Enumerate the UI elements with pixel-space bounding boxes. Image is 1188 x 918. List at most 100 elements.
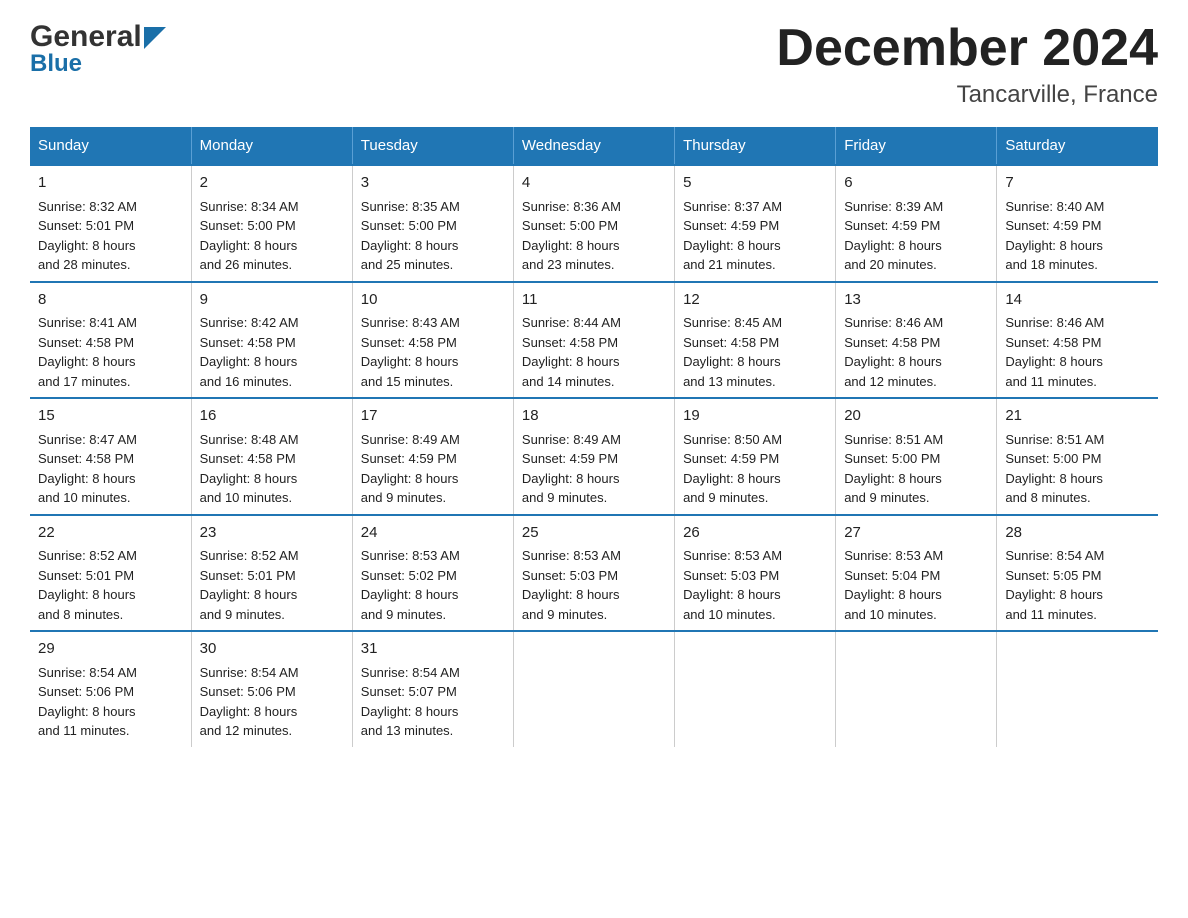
sunrise-text: Sunrise: 8:49 AM [361,432,460,447]
sunrise-text: Sunrise: 8:46 AM [844,315,943,330]
sunset-text: Sunset: 5:06 PM [38,684,134,699]
calendar-cell: 22Sunrise: 8:52 AMSunset: 5:01 PMDayligh… [30,515,191,632]
day-number: 16 [200,405,344,428]
daylight-text: Daylight: 8 hours [1005,238,1103,253]
logo-arrow-icon [144,27,166,49]
calendar-cell: 2Sunrise: 8:34 AMSunset: 5:00 PMDaylight… [191,165,352,282]
calendar-header-friday: Friday [836,127,997,165]
sunset-text: Sunset: 4:58 PM [844,335,940,350]
sunset-text: Sunset: 5:00 PM [200,218,296,233]
calendar-cell: 18Sunrise: 8:49 AMSunset: 4:59 PMDayligh… [513,398,674,515]
calendar-cell: 25Sunrise: 8:53 AMSunset: 5:03 PMDayligh… [513,515,674,632]
daylight-text: Daylight: 8 hours [361,471,459,486]
day-number: 1 [38,172,183,195]
daylight-text: Daylight: 8 hours [683,587,781,602]
daylight-text: Daylight: 8 hours [38,471,136,486]
daylight-text: Daylight: 8 hours [361,238,459,253]
sunrise-text: Sunrise: 8:43 AM [361,315,460,330]
logo: General Blue [30,20,166,76]
calendar-header-sunday: Sunday [30,127,191,165]
calendar-cell: 31Sunrise: 8:54 AMSunset: 5:07 PMDayligh… [352,631,513,747]
daylight-text: Daylight: 8 hours [200,704,298,719]
daylight-text: Daylight: 8 hours [683,238,781,253]
calendar-header-tuesday: Tuesday [352,127,513,165]
daylight-text2: and 11 minutes. [38,723,130,738]
daylight-text2: and 9 minutes. [683,490,768,505]
sunset-text: Sunset: 4:59 PM [683,451,779,466]
daylight-text2: and 12 minutes. [200,723,293,738]
daylight-text: Daylight: 8 hours [844,238,942,253]
sunrise-text: Sunrise: 8:54 AM [38,665,137,680]
sunrise-text: Sunrise: 8:54 AM [1005,548,1104,563]
day-number: 28 [1005,522,1150,545]
sunrise-text: Sunrise: 8:52 AM [38,548,137,563]
calendar-header-saturday: Saturday [997,127,1158,165]
calendar-week-row: 29Sunrise: 8:54 AMSunset: 5:06 PMDayligh… [30,631,1158,747]
sunrise-text: Sunrise: 8:47 AM [38,432,137,447]
calendar-cell [513,631,674,747]
sunrise-text: Sunrise: 8:48 AM [200,432,299,447]
calendar-cell: 24Sunrise: 8:53 AMSunset: 5:02 PMDayligh… [352,515,513,632]
daylight-text2: and 14 minutes. [522,374,615,389]
sunset-text: Sunset: 4:58 PM [361,335,457,350]
calendar-week-row: 22 Sunrise: 8:52 AM Sunset: 5:01 PM Dayligh… [30,515,1158,632]
page-subtitle: Tancarville, France [776,81,1158,109]
daylight-text2: and 9 minutes. [522,607,607,622]
calendar-cell: 27Sunrise: 8:53 AMSunset: 5:04 PMDayligh… [836,515,997,632]
sunrise-text: Sunrise: 8:34 AM [200,199,299,214]
sunrise-text: Sunrise: 8:36 AM [522,199,621,214]
daylight-text2: and 9 minutes. [844,490,929,505]
day-number: 19 [683,405,827,428]
logo-general-text: General [30,20,142,54]
calendar-header-row: SundayMondayTuesdayWednesdayThursdayFrid… [30,127,1158,165]
daylight-text2: and 15 minutes. [361,374,454,389]
daylight-text: Daylight: 8 hours [1005,354,1103,369]
day-number: 7 [1005,172,1150,195]
daylight-text: Daylight: 8 hours [522,471,620,486]
sunset-text: Sunset: 5:01 PM [200,568,296,583]
daylight-text: Daylight: 8 hours [361,587,459,602]
day-number: 8 [38,289,183,312]
calendar-cell: 6Sunrise: 8:39 AMSunset: 4:59 PMDaylight… [836,165,997,282]
calendar-week-row: 8 Sunrise: 8:41 AM Sunset: 4:58 PM Daylight… [30,282,1158,399]
daylight-text2: and 18 minutes. [1005,257,1098,272]
daylight-text2: and 21 minutes. [683,257,776,272]
page-header: General Blue December 2024 Tancarville, … [30,20,1158,109]
day-number: 4 [522,172,666,195]
daylight-text2: and 9 minutes. [522,490,607,505]
daylight-text2: and 20 minutes. [844,257,937,272]
calendar-cell: 12Sunrise: 8:45 AMSunset: 4:58 PMDayligh… [675,282,836,399]
daylight-text2: and 13 minutes. [361,723,454,738]
calendar-cell: 28Sunrise: 8:54 AMSunset: 5:05 PMDayligh… [997,515,1158,632]
daylight-text: Daylight: 8 hours [200,471,298,486]
daylight-text: Daylight: 8 hours [522,354,620,369]
sunrise-text: Sunrise: 8:52 AM [200,548,299,563]
day-number: 22 [38,522,183,545]
calendar-cell: 19Sunrise: 8:50 AMSunset: 4:59 PMDayligh… [675,398,836,515]
sunrise-text: Sunrise: 8:41 AM [38,315,137,330]
sunset-text: Sunset: 5:04 PM [844,568,940,583]
sunrise-text: Sunrise: 8:49 AM [522,432,621,447]
daylight-text: Daylight: 8 hours [200,354,298,369]
sunset-text: Sunset: 5:00 PM [361,218,457,233]
sunrise-text: Sunrise: 8:32 AM [38,199,137,214]
sunset-text: Sunset: 4:58 PM [200,451,296,466]
calendar-cell: 11Sunrise: 8:44 AMSunset: 4:58 PMDayligh… [513,282,674,399]
day-number: 30 [200,638,344,661]
calendar-cell [836,631,997,747]
daylight-text: Daylight: 8 hours [200,238,298,253]
sunset-text: Sunset: 5:05 PM [1005,568,1101,583]
day-number: 11 [522,289,666,312]
day-number: 23 [200,522,344,545]
daylight-text2: and 11 minutes. [1005,374,1097,389]
daylight-text: Daylight: 8 hours [683,471,781,486]
sunrise-text: Sunrise: 8:51 AM [844,432,943,447]
daylight-text: Daylight: 8 hours [38,238,136,253]
sunrise-text: Sunrise: 8:53 AM [844,548,943,563]
sunrise-text: Sunrise: 8:40 AM [1005,199,1104,214]
sunset-text: Sunset: 5:03 PM [683,568,779,583]
sunrise-text: Sunrise: 8:53 AM [522,548,621,563]
sunrise-text: Sunrise: 8:54 AM [361,665,460,680]
calendar-cell: 7Sunrise: 8:40 AMSunset: 4:59 PMDaylight… [997,165,1158,282]
title-block: December 2024 Tancarville, France [776,20,1158,109]
